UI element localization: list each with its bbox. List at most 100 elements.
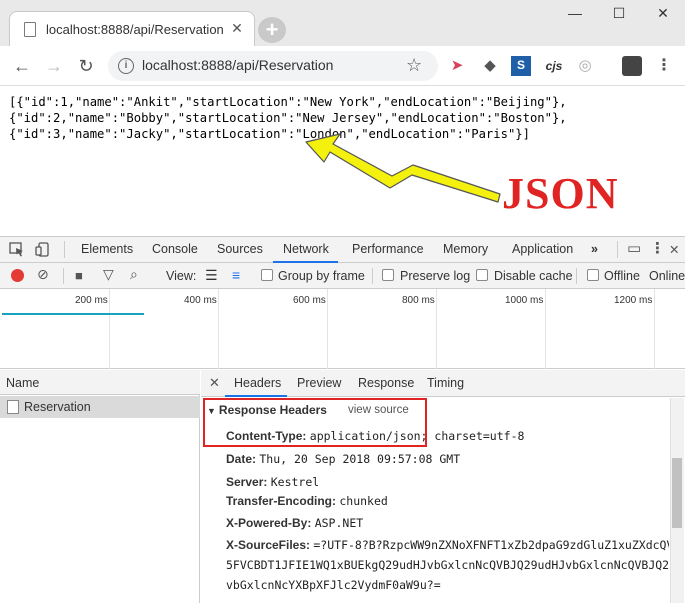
request-details: ✕ Headers Preview Response Timing ▼ Respo… (201, 370, 685, 603)
reload-icon[interactable]: ↻ (74, 55, 98, 77)
highlight-box (203, 398, 427, 447)
divider (64, 241, 65, 258)
name-column-header[interactable]: Name (0, 370, 200, 395)
tick-line (109, 289, 110, 369)
header-value: ASP.NET (314, 516, 364, 530)
close-devtools-icon[interactable]: ✕ (669, 242, 679, 257)
header-value: chunked (339, 494, 388, 508)
json-annotation-label: JSON (502, 169, 619, 218)
request-timing-bar (2, 313, 144, 315)
tab-title: localhost:8888/api/Reservation (46, 22, 224, 37)
inspect-element-icon[interactable] (9, 242, 25, 257)
header-row: Transfer-Encoding: chunked (226, 494, 388, 508)
group-by-frame-checkbox[interactable] (261, 269, 273, 281)
tick-line (545, 289, 546, 369)
extension-icon-3[interactable]: S (511, 56, 531, 76)
screenshot-camera-icon[interactable]: ■ (75, 268, 83, 283)
close-window-icon[interactable]: ✕ (641, 0, 685, 26)
dock-side-icon[interactable]: ▭ (627, 239, 641, 257)
close-tab-icon[interactable]: ✕ (228, 19, 246, 37)
browser-toolbar: ← → ↻ i localhost:8888/api/Reservation ☆… (0, 46, 685, 86)
disable-cache-label: Disable cache (494, 269, 573, 283)
new-tab-button[interactable]: + (258, 17, 286, 43)
browser-tab[interactable]: localhost:8888/api/Reservation ✕ (9, 11, 255, 46)
tab-response[interactable]: Response (358, 376, 414, 390)
tab-sources[interactable]: Sources (217, 242, 263, 256)
tab-console[interactable]: Console (152, 242, 198, 256)
request-name: Reservation (24, 400, 91, 414)
bookmark-star-icon[interactable]: ☆ (406, 55, 422, 76)
menu-kebab-icon[interactable]: ⋮ (656, 57, 672, 75)
header-value: 5FVCBDT1JFIE1WQ1xBUEkgQ29udHJvbGxlcnNcQV… (226, 558, 669, 572)
extension-icon-2[interactable]: ◆ (480, 57, 500, 75)
profile-avatar[interactable] (622, 56, 642, 76)
preserve-log-checkbox[interactable] (382, 269, 394, 281)
group-by-frame-label: Group by frame (278, 269, 365, 283)
header-row: Date: Thu, 20 Sep 2018 09:57:08 GMT (226, 452, 460, 466)
json-line: [{"id":1,"name":"Ankit","startLocation":… (9, 95, 567, 109)
divider (372, 268, 373, 284)
disable-cache-checkbox[interactable] (476, 269, 488, 281)
forward-arrow-icon[interactable]: → (42, 55, 66, 77)
search-icon[interactable]: ⌕ (130, 266, 138, 283)
header-key: X-Powered-By: (226, 516, 312, 530)
divider (617, 241, 618, 258)
record-icon[interactable] (11, 269, 24, 282)
maximize-icon[interactable]: ☐ (597, 0, 641, 26)
devtools-menu-icon[interactable]: ⋮ (650, 239, 665, 257)
devtools-tabbar: Elements Console Sources Network Perform… (0, 236, 685, 263)
extension-cjs-icon[interactable]: cjs (542, 57, 566, 75)
tab-elements[interactable]: Elements (81, 242, 133, 256)
header-key: Transfer-Encoding: (226, 494, 337, 508)
minimize-icon[interactable]: — (553, 0, 597, 26)
offline-label: Offline (604, 269, 640, 283)
back-arrow-icon[interactable]: ← (10, 55, 34, 77)
overview-waterfall-icon[interactable]: ≡ (232, 267, 240, 283)
header-row: X-SourceFiles: =?UTF-8?B?RzpcWW9nZXNoXFN… (226, 538, 669, 552)
tab-performance[interactable]: Performance (352, 242, 424, 256)
page-icon (24, 22, 36, 37)
header-row: Server: Kestrel (226, 475, 319, 489)
request-row[interactable]: Reservation (0, 396, 200, 418)
tick-line (218, 289, 219, 369)
header-key: Server: (226, 475, 268, 489)
tab-headers[interactable]: Headers (234, 376, 281, 390)
header-value: Thu, 20 Sep 2018 09:57:08 GMT (259, 452, 461, 466)
filter-icon[interactable]: ▽ (103, 266, 114, 283)
clear-icon[interactable]: ⊘ (37, 266, 49, 283)
tab-memory[interactable]: Memory (443, 242, 488, 256)
json-line: {"id":2,"name":"Bobby","startLocation":"… (9, 111, 567, 125)
divider (63, 268, 64, 284)
network-toolbar: ⊘ ■ ▽ ⌕ View: ☰ ≡ Group by frame Preserv… (0, 263, 685, 289)
tick-label: 600 ms (293, 295, 326, 306)
header-value: =?UTF-8?B?RzpcWW9nZXNoXFNFT1xZb2dpaG9zdG… (313, 538, 669, 552)
header-value-continuation: 5FVCBDT1JFIE1WQ1xBUEkgQ29udHJvbGxlcnNcQV… (226, 558, 669, 572)
header-key: X-SourceFiles: (226, 538, 311, 552)
header-value-continuation: vbGxlcnNcYXBpXFJlc2VydmF0aW9u?= (226, 578, 669, 592)
document-icon (7, 400, 19, 414)
preserve-log-label: Preserve log (400, 269, 471, 283)
url-text[interactable]: localhost:8888/api/Reservation (142, 57, 333, 73)
header-value: vbGxlcnNcYXBpXFJlc2VydmF0aW9u?= (226, 578, 441, 592)
scrollbar-thumb[interactable] (672, 458, 682, 528)
network-overview-timeline[interactable]: 200 ms 400 ms 600 ms 800 ms 1000 ms 1200… (0, 289, 685, 369)
device-toolbar-icon[interactable] (35, 242, 51, 257)
more-tabs-icon[interactable]: » (591, 242, 598, 256)
throttling-select[interactable]: Online (649, 269, 685, 283)
divider (576, 268, 577, 284)
offline-checkbox[interactable] (587, 269, 599, 281)
info-icon[interactable]: i (118, 58, 134, 74)
tab-network[interactable]: Network (283, 242, 329, 256)
tick-line (436, 289, 437, 369)
header-key: Date: (226, 452, 257, 466)
address-bar[interactable]: i localhost:8888/api/Reservation ☆ (108, 51, 438, 81)
close-details-icon[interactable]: ✕ (209, 375, 220, 391)
large-rows-icon[interactable]: ☰ (205, 267, 218, 284)
extension-icon-5[interactable]: ◎ (575, 57, 595, 75)
tab-application[interactable]: Application (512, 242, 573, 256)
tab-timing[interactable]: Timing (427, 376, 464, 390)
tab-preview[interactable]: Preview (297, 376, 341, 390)
extension-icon-1[interactable]: ➤ (447, 57, 467, 75)
details-tabbar: ✕ Headers Preview Response Timing (201, 370, 685, 397)
header-row: X-Powered-By: ASP.NET (226, 516, 363, 530)
